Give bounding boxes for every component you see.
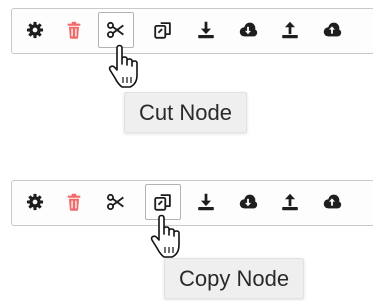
copy-icon — [154, 22, 171, 39]
trash-icon — [67, 193, 81, 211]
gear-icon — [26, 193, 44, 211]
cloud-upload-button[interactable] — [314, 12, 350, 48]
cloud-download-button[interactable] — [230, 184, 266, 220]
upload-icon — [282, 21, 298, 39]
scissors-icon — [107, 193, 124, 211]
cloud-upload-button[interactable] — [314, 184, 350, 220]
frame-copy-node: Copy Node — [0, 172, 373, 301]
download-icon — [198, 21, 214, 39]
copy-button[interactable] — [145, 12, 181, 48]
settings-button[interactable] — [17, 184, 53, 220]
cut-button[interactable] — [98, 184, 134, 220]
scissors-icon — [107, 21, 124, 39]
frame-cut-node: Cut Node — [0, 0, 373, 150]
trash-icon — [67, 21, 81, 39]
hand-pointer-cursor-icon — [150, 214, 180, 258]
tooltip: Cut Node — [124, 92, 247, 133]
upload-icon — [282, 193, 298, 211]
cloud-download-icon — [239, 194, 258, 209]
delete-button[interactable] — [56, 184, 92, 220]
settings-button[interactable] — [17, 12, 53, 48]
tooltip: Copy Node — [164, 258, 305, 299]
delete-button[interactable] — [56, 12, 92, 48]
hand-pointer-cursor-icon — [108, 44, 138, 88]
cloud-download-icon — [239, 22, 258, 37]
download-icon — [198, 193, 214, 211]
copy-icon — [154, 194, 171, 211]
node-toolbar — [11, 8, 373, 54]
gear-icon — [26, 21, 44, 39]
cloud-upload-icon — [323, 22, 342, 37]
cut-button[interactable] — [98, 12, 134, 48]
cloud-upload-icon — [323, 194, 342, 209]
download-button[interactable] — [188, 12, 224, 48]
upload-button[interactable] — [272, 12, 308, 48]
cloud-download-button[interactable] — [230, 12, 266, 48]
upload-button[interactable] — [272, 184, 308, 220]
